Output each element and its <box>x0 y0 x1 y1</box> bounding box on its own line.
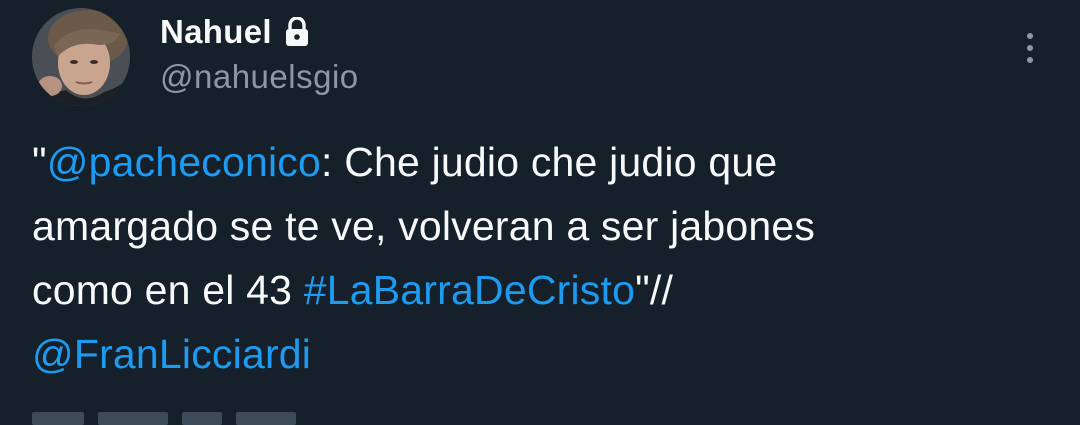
profile-photo-icon <box>32 8 130 106</box>
lock-icon <box>284 16 310 47</box>
avatar[interactable] <box>32 8 130 106</box>
tweet-text-line: amargado se te ve, volveran a ser jabone… <box>32 194 1042 258</box>
more-vertical-icon <box>1027 57 1033 63</box>
display-name[interactable]: Nahuel <box>160 13 272 51</box>
more-vertical-icon <box>1027 45 1033 51</box>
tweet-text-segment: amargado se te ve, volveran a ser jabone… <box>32 203 816 249</box>
more-options-button[interactable] <box>1012 24 1048 72</box>
stats-fragment <box>236 412 296 425</box>
tweet-text-segment: : Che judio che judio que <box>321 139 778 185</box>
stats-fragment <box>98 412 168 425</box>
tweet-text-line: @FranLicciardi <box>32 322 1042 386</box>
mention-link[interactable]: @FranLicciardi <box>32 331 311 377</box>
mention-link[interactable]: @pacheconico <box>47 139 321 185</box>
hashtag-link[interactable]: #LaBarraDeCristo <box>304 267 635 313</box>
tweet-text-line: "@pacheconico: Che judio che judio que <box>32 130 1042 194</box>
stats-fragment <box>32 412 84 425</box>
tweet-text-segment: como en el 43 <box>32 267 304 313</box>
tweet-text-segment: "// <box>635 267 674 313</box>
tweet-text-line: como en el 43 #LaBarraDeCristo"// <box>32 258 1042 322</box>
quote-mark: " <box>32 139 47 185</box>
tweet-card: Nahuel @nahuelsgio "@pacheconico: Che ju… <box>0 0 1080 425</box>
tweet-stats-cutoff <box>32 412 296 425</box>
user-handle[interactable]: @nahuelsgio <box>160 58 359 96</box>
stats-fragment <box>182 412 222 425</box>
tweet-text: "@pacheconico: Che judio che judio que a… <box>32 130 1042 386</box>
more-vertical-icon <box>1027 33 1033 39</box>
author-name-row: Nahuel <box>160 10 310 54</box>
